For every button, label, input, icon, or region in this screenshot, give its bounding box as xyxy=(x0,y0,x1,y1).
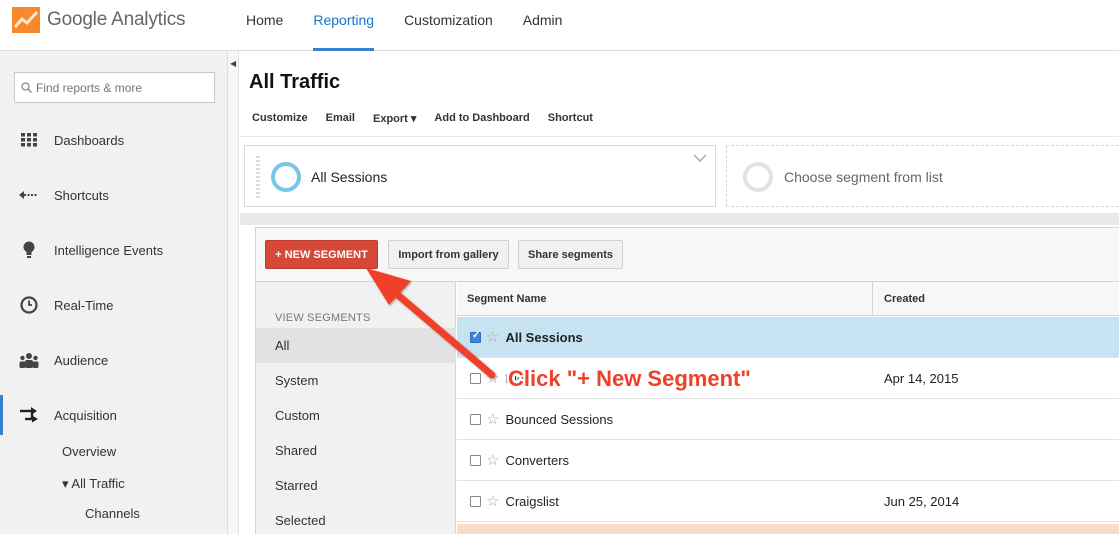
collapse-left-icon: ◀ xyxy=(230,59,237,68)
segment-created: Jun 25, 2014 xyxy=(884,493,960,509)
nav-admin[interactable]: Admin xyxy=(523,0,563,51)
sidebar-item-label: Dashboards xyxy=(54,132,125,148)
checkbox[interactable] xyxy=(470,413,481,425)
view-segments-list: VIEW SEGMENTS All System Custom Shared S… xyxy=(256,282,456,534)
search-icon xyxy=(21,82,32,93)
view-segment-shared[interactable]: Shared xyxy=(256,433,456,468)
people-icon xyxy=(19,350,39,370)
sidebar-subitem-overview[interactable]: Overview xyxy=(62,444,116,459)
segment-bar: All Sessions Choose segment from list xyxy=(240,137,1119,213)
choose-segment-slot[interactable]: Choose segment from list xyxy=(726,145,1119,207)
drag-handle[interactable] xyxy=(256,156,260,198)
share-segments-button[interactable]: Share segments xyxy=(518,240,623,269)
segment-name: Craigslist xyxy=(505,493,559,509)
star-icon[interactable]: ☆ xyxy=(486,410,499,428)
new-segment-button[interactable]: + NEW SEGMENT xyxy=(265,240,378,269)
app-name: Google Analytics xyxy=(47,9,186,30)
empty-segment-ring-icon xyxy=(743,162,773,192)
report-search[interactable] xyxy=(14,72,215,103)
sidebar-item-label: Intelligence Events xyxy=(54,242,164,258)
chevron-down-icon[interactable] xyxy=(693,154,707,163)
star-icon[interactable]: ☆ xyxy=(486,492,499,510)
clock-icon xyxy=(19,295,39,315)
email-button[interactable]: Email xyxy=(326,112,355,125)
sidebar-item-intelligence-events[interactable]: Intelligence Events xyxy=(0,230,228,270)
view-segment-all[interactable]: All xyxy=(256,328,456,363)
google-analytics-logo[interactable]: Google Analytics xyxy=(12,6,186,34)
sidebar-item-dashboards[interactable]: Dashboards xyxy=(0,120,228,160)
sidebar-item-label: Shortcuts xyxy=(54,187,109,203)
segment-name: All Sessions xyxy=(505,329,583,345)
table-row[interactable]: ☆ Converters xyxy=(457,440,1119,481)
shortcut-arrow-icon xyxy=(19,185,39,205)
segment-ring-icon xyxy=(271,162,301,192)
sidebar: Dashboards Shortcuts Intelligence Events xyxy=(0,51,228,534)
view-segments-heading: VIEW SEGMENTS xyxy=(275,312,371,324)
sidebar-subitem-all-traffic[interactable]: ▾ All Traffic xyxy=(62,476,125,492)
import-from-gallery-button[interactable]: Import from gallery xyxy=(388,240,509,269)
view-segment-selected[interactable]: Selected xyxy=(256,503,456,534)
sidebar-item-audience[interactable]: Audience xyxy=(0,340,228,380)
search-input[interactable] xyxy=(36,80,206,95)
view-segment-custom[interactable]: Custom xyxy=(256,398,456,433)
grid-icon xyxy=(19,130,39,150)
nav-home[interactable]: Home xyxy=(246,0,283,51)
main-nav: Home Reporting Customization Admin xyxy=(246,0,592,51)
star-icon[interactable]: ☆ xyxy=(486,451,499,469)
segment-name: Bounced Sessions xyxy=(505,411,614,427)
segment-panel-toolbar: + NEW SEGMENT Import from gallery Share … xyxy=(256,228,1119,282)
add-to-dashboard-button[interactable]: Add to Dashboard xyxy=(434,112,529,125)
table-row[interactable]: ☆ Craigslist Jun 25, 2014 xyxy=(457,481,1119,522)
sidebar-item-label: Acquisition xyxy=(54,407,117,423)
analytics-logo-icon xyxy=(12,7,40,33)
divider xyxy=(240,213,1119,225)
acquisition-arrows-icon xyxy=(19,405,39,425)
nav-reporting[interactable]: Reporting xyxy=(313,0,374,51)
checkbox[interactable] xyxy=(470,372,481,384)
checkbox[interactable] xyxy=(470,330,481,343)
view-segment-system[interactable]: System xyxy=(256,363,456,398)
sidebar-subitem-channels[interactable]: Channels xyxy=(85,506,140,521)
table-row[interactable]: ☆ All Sessions xyxy=(457,317,1119,358)
view-segment-starred[interactable]: Starred xyxy=(256,468,456,503)
star-icon[interactable]: ☆ xyxy=(486,369,499,387)
column-header-segment-name[interactable]: Segment Name xyxy=(457,282,873,316)
export-button[interactable]: Export ▾ xyxy=(373,112,416,125)
page-title: All Traffic xyxy=(249,71,341,93)
main-content: All Traffic Customize Email Export ▾ Add… xyxy=(240,51,1119,534)
nav-customization[interactable]: Customization xyxy=(404,0,493,51)
lightbulb-icon xyxy=(19,240,39,260)
annotation-callout: Click "+ New Segment" xyxy=(508,366,751,391)
sidebar-item-shortcuts[interactable]: Shortcuts xyxy=(0,175,228,215)
active-segment-label: All Sessions xyxy=(311,169,388,185)
sidebar-collapse-handle[interactable]: ◀ xyxy=(228,51,239,534)
shortcut-button[interactable]: Shortcut xyxy=(548,112,593,125)
sidebar-item-label: Real-Time xyxy=(54,297,114,313)
sidebar-item-real-time[interactable]: Real-Time xyxy=(0,285,228,325)
sidebar-item-acquisition[interactable]: Acquisition xyxy=(0,395,228,435)
table-row[interactable] xyxy=(457,524,1119,534)
segment-name: Converters xyxy=(505,452,570,468)
column-header-created[interactable]: Created xyxy=(873,282,1119,316)
customize-button[interactable]: Customize xyxy=(252,112,308,125)
top-bar: Google Analytics Home Reporting Customiz… xyxy=(0,0,1119,51)
sidebar-item-label: Audience xyxy=(54,352,109,368)
report-toolbar: Customize Email Export ▾ Add to Dashboar… xyxy=(252,112,611,125)
active-segment-card[interactable]: All Sessions xyxy=(244,145,716,207)
star-icon[interactable]: ☆ xyxy=(486,328,499,346)
checkbox[interactable] xyxy=(470,454,481,466)
segment-table: Segment Name Created ☆ All Sessions ☆ Bi… xyxy=(457,282,1119,534)
checkbox[interactable] xyxy=(470,495,481,507)
table-row[interactable]: ☆ Bounced Sessions xyxy=(457,399,1119,440)
choose-segment-label: Choose segment from list xyxy=(784,169,943,185)
segment-created: Apr 14, 2015 xyxy=(884,370,959,386)
